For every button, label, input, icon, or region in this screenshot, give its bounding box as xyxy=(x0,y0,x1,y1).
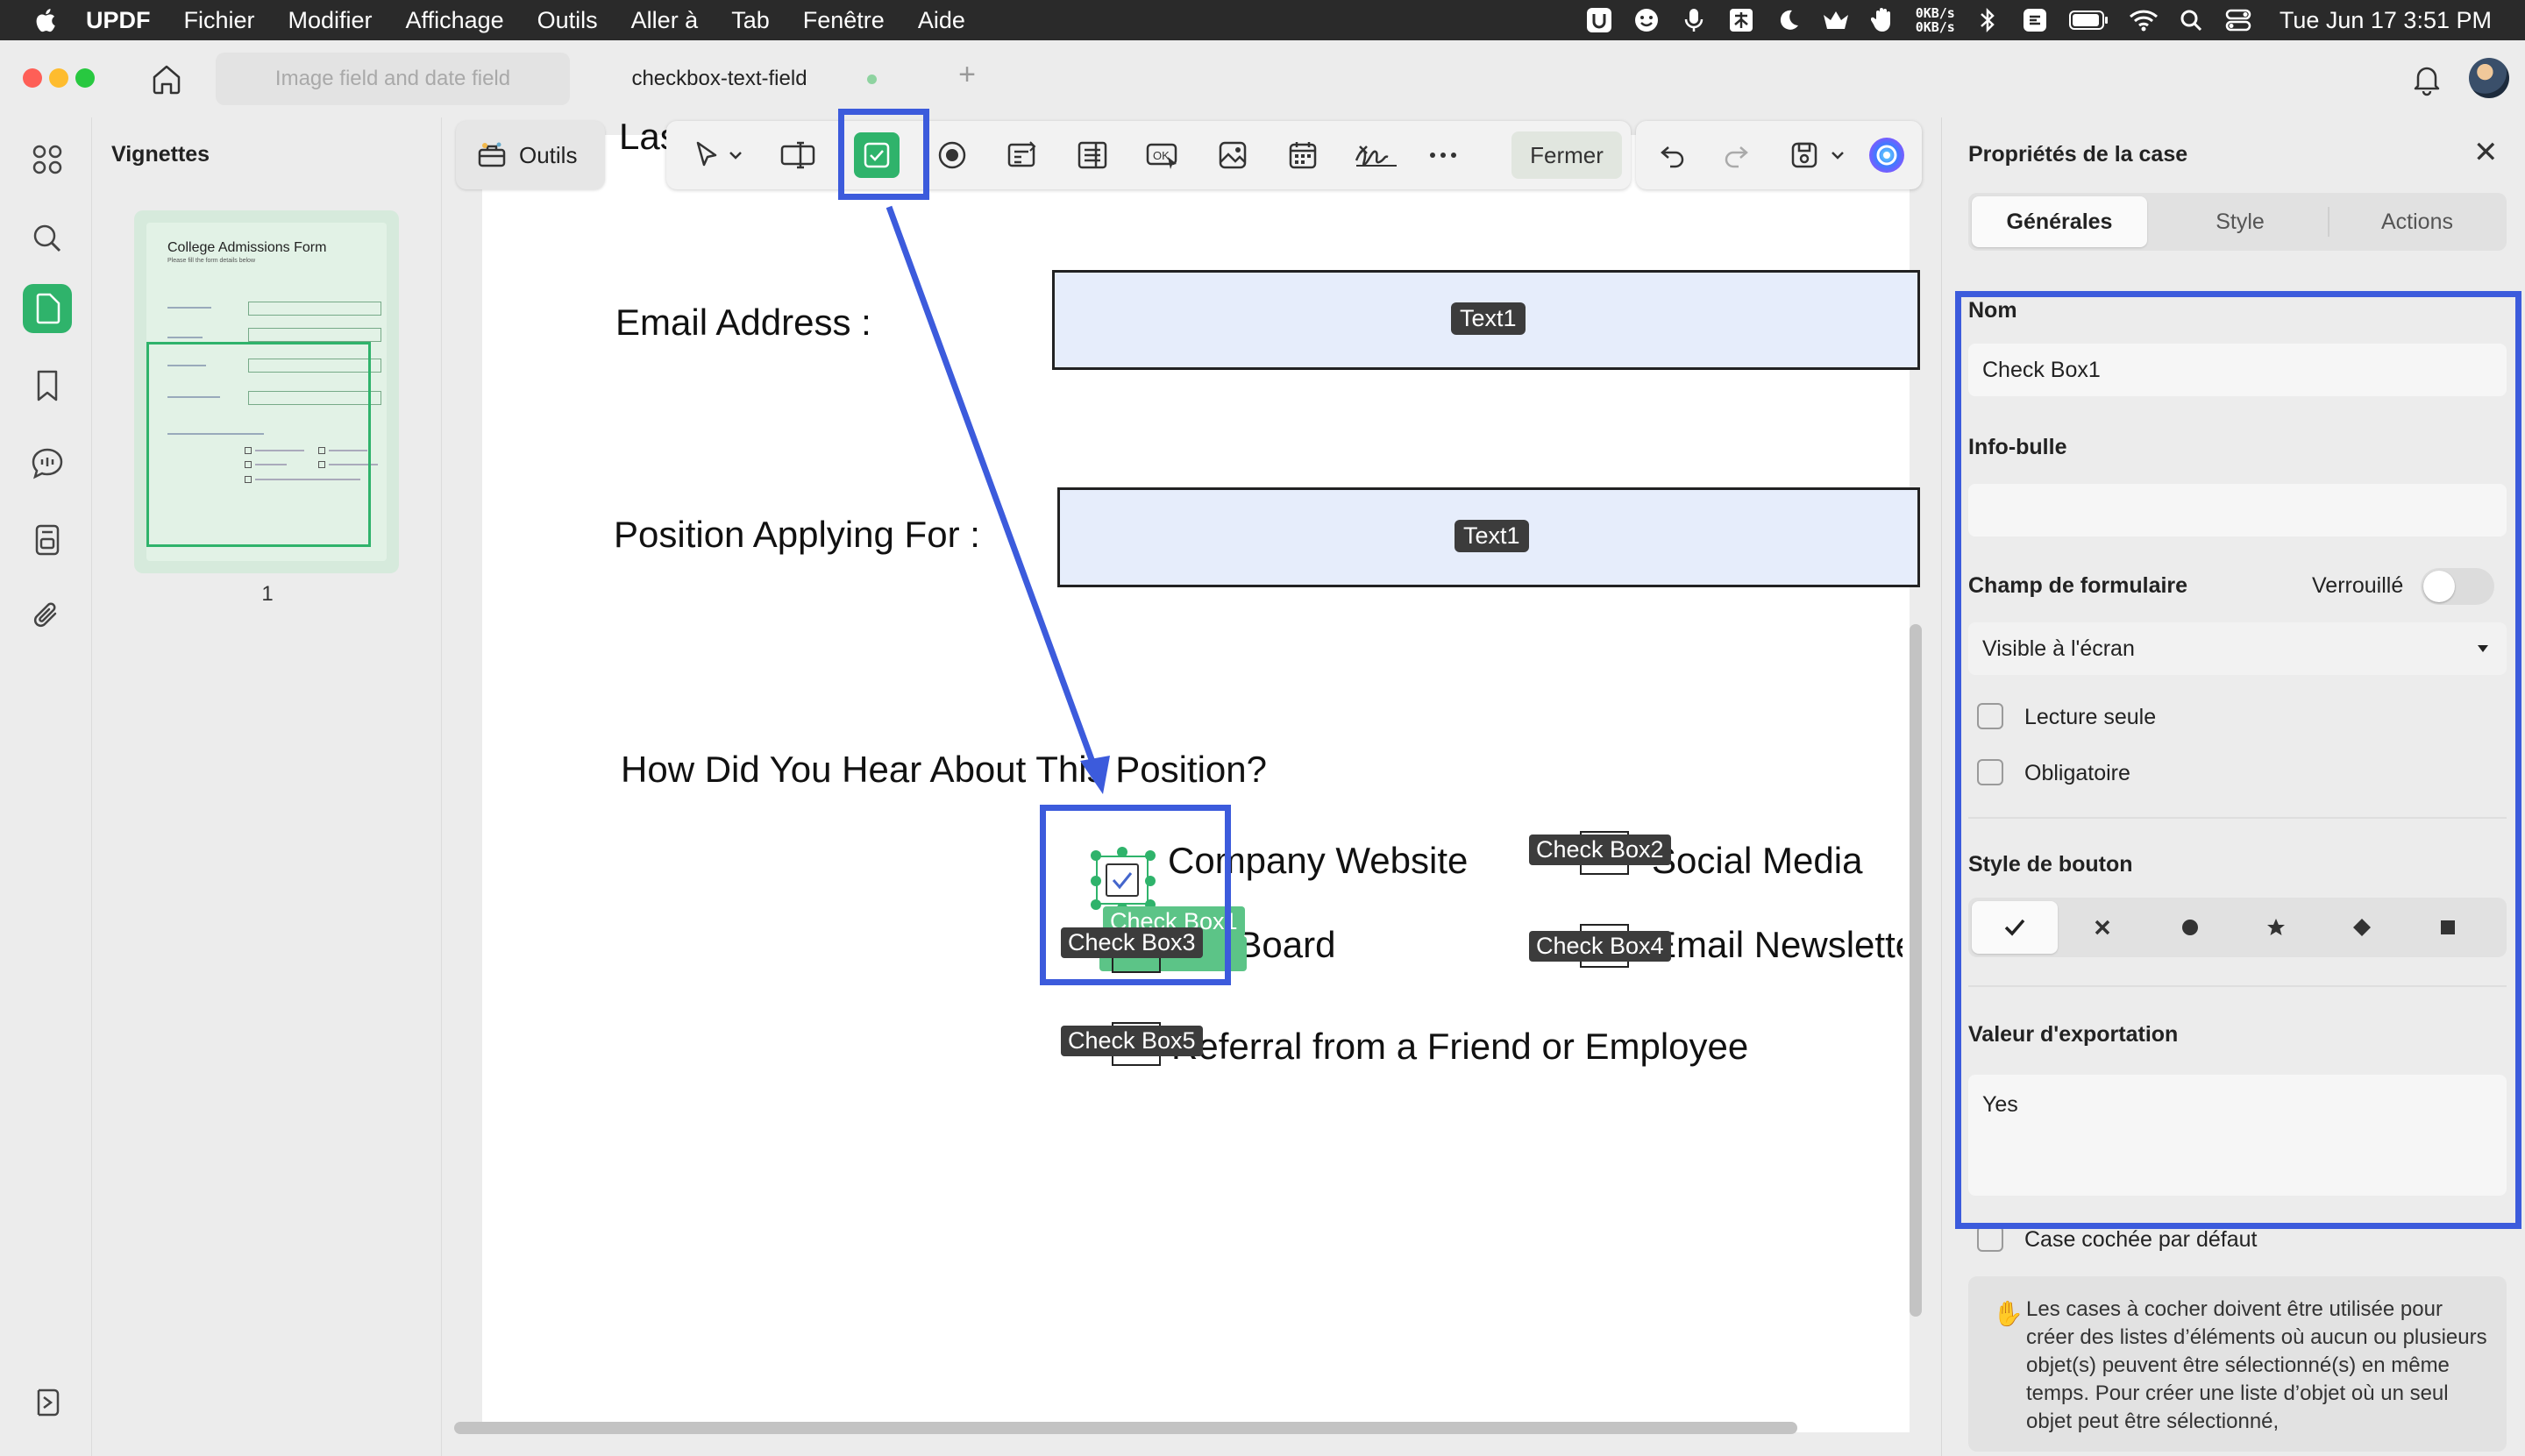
annotation-arrow-icon xyxy=(886,205,1110,794)
